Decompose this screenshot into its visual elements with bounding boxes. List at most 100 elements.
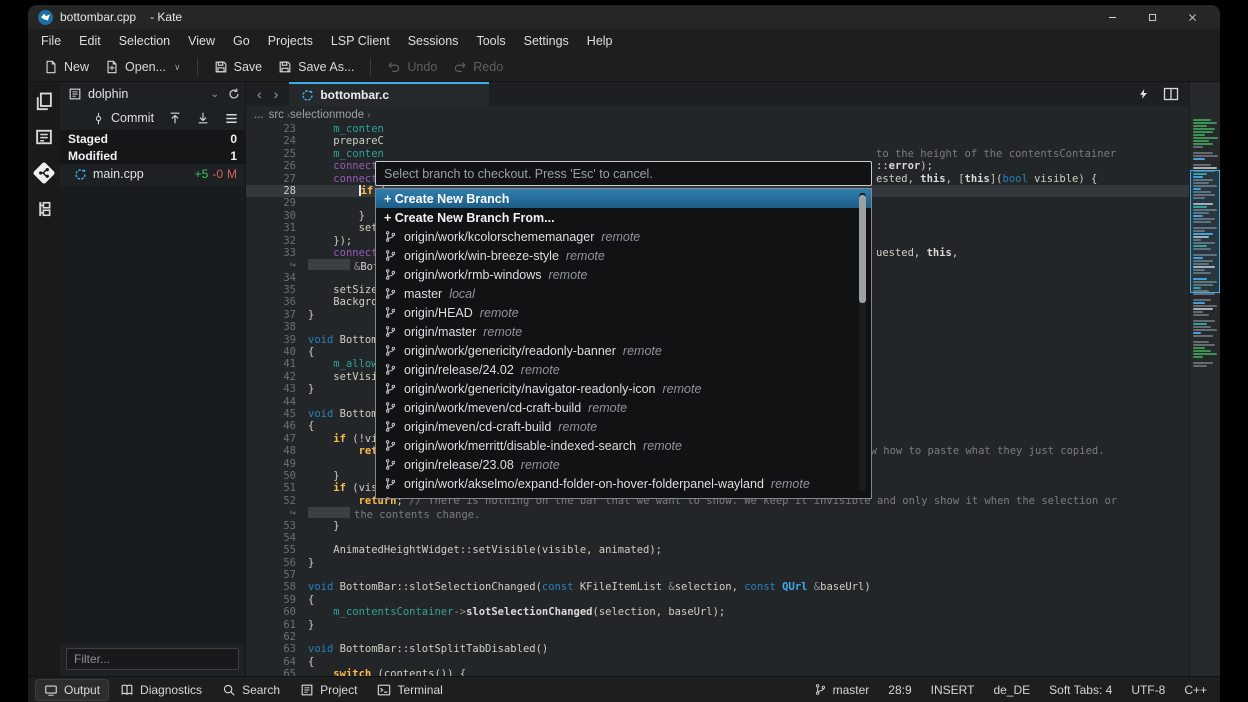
statusbar-diagnostics-button[interactable]: Diagnostics	[112, 680, 210, 700]
nav-back-icon[interactable]: ‹	[252, 86, 267, 102]
line-number[interactable]: 31	[246, 222, 308, 234]
menu-view[interactable]: View	[179, 31, 224, 51]
line-number[interactable]: 34	[246, 272, 308, 284]
line-number[interactable]: 57	[246, 569, 308, 581]
close-button[interactable]	[1172, 6, 1212, 28]
line-number[interactable]: 44	[246, 396, 308, 408]
branch-search-input[interactable]	[375, 161, 872, 186]
code-line[interactable]: 55 AnimatedHeightWidget::setVisible(visi…	[246, 544, 1189, 556]
line-number[interactable]: 26	[246, 160, 308, 172]
tab-bottombar-cpp[interactable]: bottombar.c	[289, 82, 489, 106]
minimize-button[interactable]	[1092, 6, 1132, 28]
wrap-indicator[interactable]: ↪	[246, 259, 308, 271]
save-button[interactable]: Save	[206, 56, 271, 78]
git-tree-area[interactable]	[60, 186, 245, 644]
undo-button[interactable]: Undo	[379, 56, 445, 78]
status-c[interactable]: C++	[1179, 683, 1212, 697]
branch-item[interactable]: origin/work/win-breeze-styleremote	[376, 246, 871, 265]
line-number[interactable]: 32	[246, 235, 308, 247]
menu-selection[interactable]: Selection	[110, 31, 179, 51]
line-number[interactable]: 63	[246, 643, 308, 655]
code-line[interactable]: 58void BottomBar::slotSelectionChanged(c…	[246, 581, 1189, 593]
dock-symbols-button[interactable]	[31, 124, 57, 150]
maximize-button[interactable]	[1132, 6, 1172, 28]
dock-documents-button[interactable]	[31, 88, 57, 114]
status-soft-tabs-4[interactable]: Soft Tabs: 4	[1044, 683, 1117, 697]
status-insert[interactable]: INSERT	[926, 683, 980, 697]
branch-item[interactable]: masterlocal	[376, 284, 871, 303]
new-button[interactable]: New	[36, 56, 97, 78]
branch-item[interactable]: origin/HEADremote	[376, 303, 871, 322]
line-number[interactable]: 43	[246, 383, 308, 395]
menu-tools[interactable]: Tools	[467, 31, 514, 51]
line-number[interactable]: 40	[246, 346, 308, 358]
line-number[interactable]: 53	[246, 520, 308, 532]
branch-item[interactable]: origin/release/24.02remote	[376, 360, 871, 379]
line-number[interactable]: 65	[246, 668, 308, 676]
line-number[interactable]: 33	[246, 247, 308, 259]
menu-sessions[interactable]: Sessions	[399, 31, 468, 51]
statusbar-project-button[interactable]: Project	[292, 680, 365, 700]
line-number[interactable]: 37	[246, 309, 308, 321]
menu-help[interactable]: Help	[578, 31, 622, 51]
line-number[interactable]: 64	[246, 656, 308, 668]
branch-item[interactable]: origin/work/genericity/readonly-bannerre…	[376, 341, 871, 360]
branch-item[interactable]: origin/work/meven/cd-craft-buildremote	[376, 398, 871, 417]
line-number[interactable]: 41	[246, 358, 308, 370]
status-utf-8[interactable]: UTF-8	[1126, 683, 1170, 697]
code-line[interactable]: 59{	[246, 594, 1189, 606]
line-number[interactable]: 55	[246, 544, 308, 556]
dock-git-button[interactable]	[31, 160, 57, 186]
minimap[interactable]	[1189, 82, 1220, 676]
wrap-indicator[interactable]: ↪	[246, 507, 308, 519]
line-number[interactable]: 25	[246, 148, 308, 160]
code-line[interactable]: 61}	[246, 619, 1189, 631]
branch-item[interactable]: origin/work/genericity/navigator-readonl…	[376, 379, 871, 398]
branch-item[interactable]: origin/work/merritt/disable-indexed-sear…	[376, 436, 871, 455]
code-line[interactable]: 60 m_contentsContainer->slotSelectionCha…	[246, 606, 1189, 618]
scrollbar-thumb[interactable]	[859, 195, 866, 303]
line-number[interactable]: 36	[246, 296, 308, 308]
line-number[interactable]: 23	[246, 123, 308, 135]
menu-go[interactable]: Go	[224, 31, 259, 51]
statusbar-output-button[interactable]: Output	[36, 680, 108, 700]
line-number[interactable]: 30	[246, 210, 308, 222]
code-line[interactable]: 63void BottomBar::slotSplitTabDisabled()	[246, 643, 1189, 655]
code-line[interactable]: ↪the contents change.	[246, 507, 1189, 519]
line-number[interactable]: 47	[246, 433, 308, 445]
breadcrumb-item-selectionmode[interactable]: selectionmode	[290, 109, 364, 121]
menu-icon[interactable]	[224, 111, 239, 126]
menu-file[interactable]: File	[32, 31, 70, 51]
titlebar[interactable]: bottombar.cpp - Kate	[28, 5, 1220, 29]
staged-row[interactable]: Staged 0	[60, 130, 245, 147]
line-number[interactable]: 62	[246, 631, 308, 643]
branch-item[interactable]: origin/release/23.08remote	[376, 455, 871, 474]
status-28-9[interactable]: 28:9	[883, 683, 916, 697]
modified-file-row[interactable]: main.cpp +5 -0 M	[60, 164, 245, 184]
code-line[interactable]: 64{	[246, 656, 1189, 668]
line-number[interactable]: 29	[246, 197, 308, 209]
code-line[interactable]: 57	[246, 569, 1189, 581]
code-line[interactable]: 53 }	[246, 520, 1189, 532]
branch-item[interactable]: origin/masterremote	[376, 322, 871, 341]
status-de_de[interactable]: de_DE	[988, 683, 1035, 697]
menu-settings[interactable]: Settings	[515, 31, 578, 51]
line-number[interactable]: 45	[246, 408, 308, 420]
code-line[interactable]: 65 switch (contents()) {	[246, 668, 1189, 676]
line-number[interactable]: 27	[246, 173, 308, 185]
code-line[interactable]: 54	[246, 532, 1189, 544]
create-new-branch-item[interactable]: + Create New Branch	[376, 189, 871, 208]
statusbar-terminal-button[interactable]: Terminal	[369, 680, 450, 700]
dock-toolview-button[interactable]	[31, 196, 57, 222]
line-number[interactable]: 56	[246, 557, 308, 569]
code-line[interactable]: 25 m_contento the height of the contents…	[246, 148, 1189, 160]
line-number[interactable]: 61	[246, 619, 308, 631]
line-number[interactable]: 24	[246, 135, 308, 147]
refresh-icon[interactable]	[227, 87, 241, 101]
save-as-button[interactable]: Save As...	[270, 56, 362, 78]
branch-item[interactable]	[376, 493, 871, 499]
code-line[interactable]: 23 m_conten	[246, 123, 1189, 135]
statusbar-search-button[interactable]: Search	[214, 680, 288, 700]
code-line[interactable]: 24 prepareC	[246, 135, 1189, 147]
branch-item[interactable]: origin/work/rmb-windowsremote	[376, 265, 871, 284]
